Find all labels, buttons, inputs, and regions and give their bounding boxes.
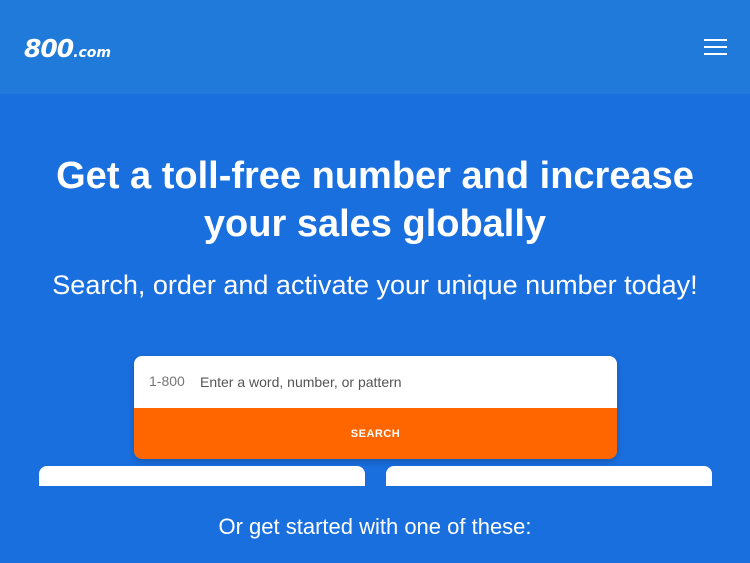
- options-heading: Or get started with one of these:: [218, 514, 532, 539]
- logo-main-text: 800: [24, 34, 74, 63]
- logo-suffix-text: .com: [73, 45, 112, 61]
- number-search-input[interactable]: [200, 368, 600, 396]
- headline-line-1: Get a toll-free number and increase: [56, 155, 694, 197]
- option-card[interactable]: [39, 466, 365, 486]
- menu-line: [704, 53, 727, 55]
- number-prefix: 1-800: [149, 373, 185, 389]
- headline-line-2: your sales globally: [203, 203, 547, 245]
- menu-line: [704, 39, 727, 41]
- hamburger-menu-icon[interactable]: [701, 36, 731, 58]
- hero-section: Get a toll-free number and increase your…: [0, 94, 750, 563]
- 800-logo[interactable]: 800.com: [24, 34, 111, 63]
- option-card[interactable]: [386, 466, 712, 486]
- search-field-row: 1-800: [134, 356, 617, 408]
- page-subheadline: Search, order and activate your unique n…: [52, 270, 698, 300]
- page-headline: Get a toll-free number and increase your…: [0, 152, 750, 248]
- menu-line: [704, 46, 727, 48]
- site-header: 800.com: [0, 0, 750, 94]
- number-search-form: 1-800 SEARCH: [134, 356, 617, 459]
- search-button[interactable]: SEARCH: [134, 408, 617, 459]
